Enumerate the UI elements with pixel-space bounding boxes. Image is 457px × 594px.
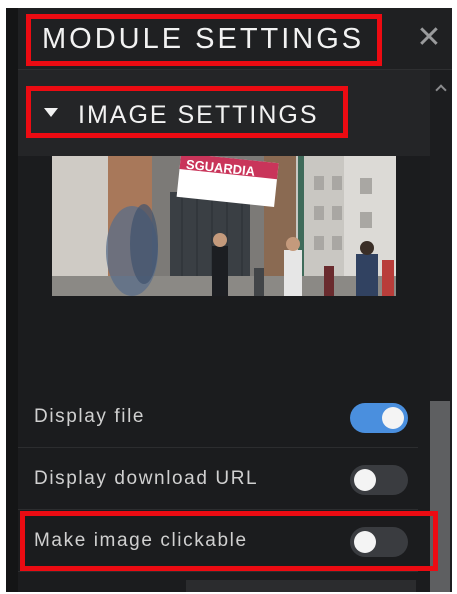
module-settings-panel: MODULE SETTINGS ✕ IMAGE SETTINGS SGUARDI…	[6, 8, 452, 592]
image-settings-section-header[interactable]: IMAGE SETTINGS	[18, 70, 430, 156]
setting-row-display-download-url: Display download URL	[18, 448, 418, 510]
caret-down-icon	[44, 108, 58, 117]
setting-row-make-image-clickable: Make image clickable	[18, 510, 418, 572]
panel-header: MODULE SETTINGS ✕	[18, 8, 452, 70]
close-icon[interactable]: ✕	[414, 23, 444, 54]
setting-label: Make image clickable	[34, 530, 248, 551]
setting-label: Display download URL	[34, 468, 259, 489]
setting-row-display-file: Display file	[18, 386, 418, 448]
bottom-tab-bar	[186, 580, 416, 592]
toggle-knob	[354, 531, 376, 553]
toggle-knob	[382, 407, 404, 429]
scrollbar-thumb[interactable]	[430, 401, 450, 592]
left-edge-strip	[6, 8, 18, 592]
display-download-url-toggle[interactable]	[350, 465, 408, 495]
make-image-clickable-toggle[interactable]	[350, 527, 408, 557]
toggle-knob	[354, 469, 376, 491]
setting-label: Display file	[34, 406, 146, 427]
section-title: IMAGE SETTINGS	[78, 101, 319, 129]
panel-title: MODULE SETTINGS	[42, 23, 365, 55]
display-file-toggle[interactable]	[350, 403, 408, 433]
image-preview: SGUARDIA	[52, 156, 396, 296]
